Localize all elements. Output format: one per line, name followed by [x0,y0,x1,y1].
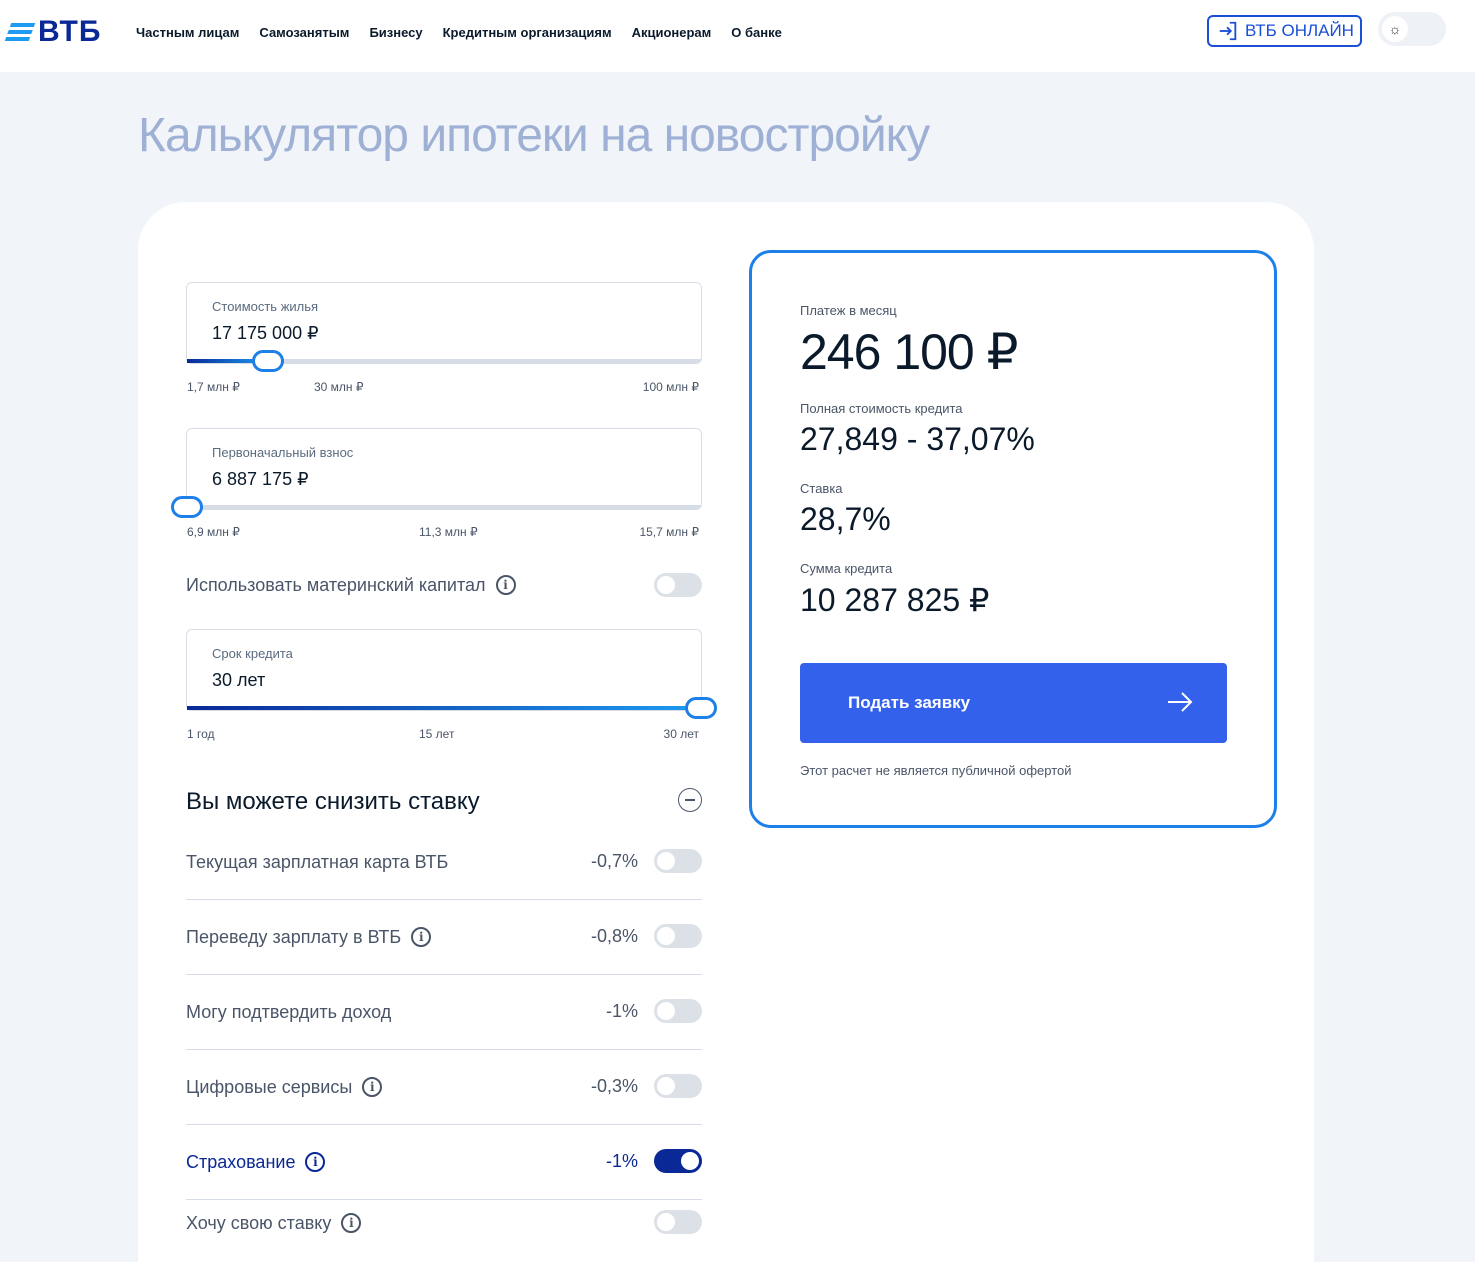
info-icon[interactable]: i [305,1152,326,1172]
discount-value: -1% [605,1151,638,1171]
login-icon [1219,21,1237,41]
discount-label: Хочу свою ставку [186,1212,332,1233]
discount-row-label: Переведу зарплату в ВТБ i [186,925,432,949]
site-header: ВТБ Частным лицам Самозанятым Бизнесу Кр… [0,0,1475,72]
discount-toggle[interactable] [654,1149,702,1173]
collapse-icon[interactable] [678,788,702,812]
term-slider-track[interactable] [187,697,717,719]
term-scale: 1 год 15 лет 30 лет [187,727,701,741]
discount-value: -0,7% [590,851,638,871]
rate-value: 28,7% [800,501,891,537]
price-value[interactable]: 17 175 000 ₽ [212,323,319,344]
divider [186,1049,702,1050]
divider [186,1199,702,1200]
discount-value: -1% [605,1001,638,1021]
down-scale-min: 6,9 млн ₽ [187,525,240,539]
term-scale-min: 1 год [187,727,215,741]
down-scale-max: 15,7 млн ₽ [639,525,699,539]
nav-item-about[interactable]: О банке [731,25,782,40]
maternal-capital-toggle[interactable] [654,573,702,597]
discount-label: Цифровые сервисы [186,1076,353,1097]
down-payment-field[interactable]: Первоначальный взнос 6 887 175 ₽ [171,428,702,518]
divider [186,1124,702,1125]
full-cost-value: 27,849 - 37,07% [800,421,1035,457]
nav-item-credit-orgs[interactable]: Кредитным организациям [443,25,612,40]
theme-toggle[interactable]: ☼ [1378,12,1446,46]
info-icon[interactable]: i [495,575,516,595]
logo-stripes-icon [4,23,36,41]
down-payment-value[interactable]: 6 887 175 ₽ [212,469,309,490]
term-slider-thumb[interactable] [685,697,717,719]
apply-button[interactable]: Подать заявку [800,663,1227,743]
down-payment-label: Первоначальный взнос [212,445,354,460]
vtb-online-label: ВТБ ОНЛАЙН [1245,21,1354,40]
full-cost-label: Полная стоимость кредита [800,401,963,416]
discounts-title: Вы можете снизить ставку [186,788,480,815]
vtb-logo[interactable]: ВТБ [4,14,102,50]
term-slider-fill [187,706,701,710]
price-slider-track[interactable] [187,350,701,372]
term-value[interactable]: 30 лет [212,670,265,691]
divider [186,899,702,900]
discount-toggle[interactable] [654,999,702,1023]
price-field[interactable]: Стоимость жилья 17 175 000 ₽ [186,282,702,372]
term-field[interactable]: Срок кредита 30 лет [186,629,717,719]
price-scale-mid: 30 млн ₽ [314,380,364,394]
rate-label: Ставка [800,481,843,496]
discount-label: Могу подтвердить доход [186,1001,392,1022]
discount-toggle[interactable] [654,1074,702,1098]
results-panel: Платеж в месяц 246 100 ₽ Полная стоимост… [749,250,1277,828]
price-scale-max: 100 млн ₽ [642,380,699,394]
nav-item-shareholders[interactable]: Акционерам [632,25,712,40]
logo-text: ВТБ [38,15,102,48]
sun-icon: ☼ [1382,16,1408,42]
discount-toggle[interactable] [654,849,702,873]
discount-label: Переведу зарплату в ВТБ [186,926,402,947]
nav-item-selfemployed[interactable]: Самозанятым [259,25,349,40]
maternal-capital-row: Использовать материнский капитал i [186,573,516,597]
down-scale-mid: 11,3 млн ₽ [419,525,478,539]
discount-value: -0,3% [590,1076,638,1096]
discount-label: Страхование [186,1151,296,1172]
price-label: Стоимость жилья [212,299,319,314]
nav-item-private[interactable]: Частным лицам [136,25,239,40]
page-title: Калькулятор ипотеки на новостройку [138,109,930,162]
payment-label: Платеж в месяц [800,303,897,318]
term-scale-mid: 15 лет [419,727,455,741]
discount-row-label: Цифровые сервисы i [186,1075,383,1099]
info-icon[interactable]: i [362,1077,383,1097]
down-payment-slider-track[interactable] [171,496,701,518]
arrow-right-icon [1168,692,1193,712]
discount-row-label: Хочу свою ставку i [186,1211,362,1235]
payment-value: 246 100 ₽ [800,324,1018,380]
term-scale-max: 30 лет [663,727,699,741]
main-nav: Частным лицам Самозанятым Бизнесу Кредит… [136,0,782,64]
vtb-online-button[interactable]: ВТБ ОНЛАЙН [1207,15,1362,47]
discount-row-label: Могу подтвердить доход [186,1000,391,1024]
discount-label: Текущая зарплатная карта ВТБ [186,851,449,872]
price-scale: 1,7 млн ₽ 30 млн ₽ 100 млн ₽ [187,380,701,394]
discount-row-label: Текущая зарплатная карта ВТБ [186,850,448,874]
down-payment-slider-thumb[interactable] [171,496,203,518]
divider [186,974,702,975]
discount-toggle[interactable] [654,1210,702,1234]
info-icon[interactable]: i [341,1213,362,1233]
disclaimer: Этот расчет не является публичной оферто… [800,763,1072,778]
discount-row-label: Страхование i [186,1150,326,1174]
price-slider-thumb[interactable] [252,350,285,372]
discount-value: -0,8% [590,926,638,946]
apply-button-label: Подать заявку [848,693,971,712]
loan-sum-label: Сумма кредита [800,561,893,576]
loan-sum-value: 10 287 825 ₽ [800,582,990,618]
maternal-capital-label: Использовать материнский капитал [186,574,486,595]
term-label: Срок кредита [212,646,293,661]
discount-toggle[interactable] [654,924,702,948]
info-icon[interactable]: i [411,927,432,947]
down-payment-scale: 6,9 млн ₽ 11,3 млн ₽ 15,7 млн ₽ [187,525,701,539]
nav-item-business[interactable]: Бизнесу [369,25,422,40]
price-scale-min: 1,7 млн ₽ [187,380,240,394]
